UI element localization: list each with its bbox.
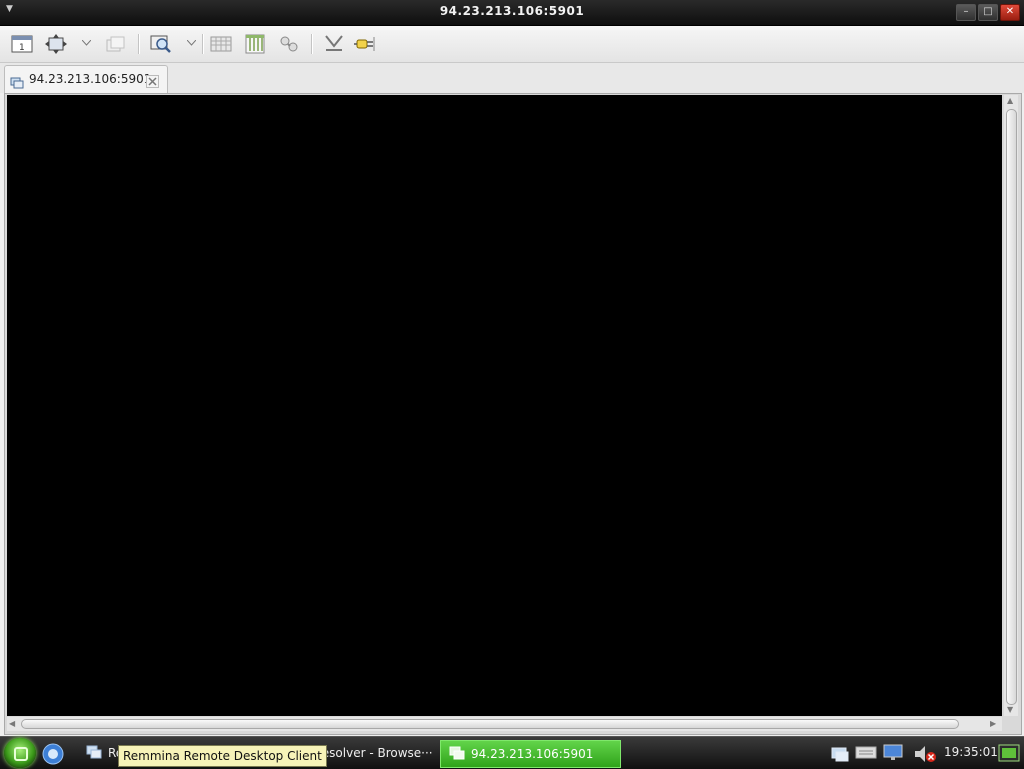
browser-launcher-icon[interactable] [42,743,64,769]
toggle-fullscreen-icon[interactable]: 1 [9,32,35,56]
grab-keyboard-icon[interactable] [208,32,234,56]
remote-desktop-icon [86,745,102,762]
scale-icon[interactable] [148,32,174,56]
task-connection[interactable]: 94.23.213.106:5901 [440,740,621,768]
minimize-window-button[interactable]: – [956,4,976,21]
scaled-mode-dropdown-icon[interactable] [81,38,91,48]
remote-view-frame: ▲ ▼ ◀ ▶ [4,93,1022,735]
horizontal-scroll-thumb[interactable] [21,719,959,729]
remote-desktop-icon [449,746,465,763]
clock[interactable]: 19:35:01 [944,745,998,759]
maximize-window-button[interactable]: □ [978,4,998,21]
horizontal-scrollbar[interactable]: ◀ ▶ [7,717,1002,731]
window-title: 94.23.213.106:5901 [439,4,585,18]
task-browser[interactable]: Resolver - Browse··· [314,740,436,766]
volume-muted-icon[interactable] [913,744,937,768]
tab-bar: 94.23.213.106:5901 [0,63,1024,94]
disconnect-icon[interactable] [353,32,379,56]
scroll-left-icon[interactable]: ◀ [9,719,15,729]
task-label: Re [108,746,118,760]
task-label: Resolver - Browse··· [314,746,433,760]
tools-icon[interactable] [276,32,302,56]
switch-tab-icon[interactable] [103,32,129,56]
scroll-up-icon[interactable]: ▲ [1007,96,1013,106]
svg-text:1: 1 [19,43,25,53]
vertical-scrollbar[interactable]: ▲ ▼ [1004,95,1018,716]
toolbar-separator [311,34,313,54]
scroll-right-icon[interactable]: ▶ [990,719,996,729]
show-desktop-icon[interactable] [998,744,1020,766]
remote-desktop-icon [10,74,24,93]
network-icon[interactable] [830,744,850,766]
start-menu-button[interactable] [4,738,36,768]
window-controls: – □ ✕ [956,4,1020,21]
remmina-window: ▼ 94.23.213.106:5901 – □ ✕ 1 94.23.213.1… [0,0,1024,736]
scroll-down-icon[interactable]: ▼ [1007,705,1013,715]
close-tab-icon[interactable] [146,73,159,92]
tab-connection[interactable]: 94.23.213.106:5901 [4,65,168,94]
toolbar-separator [138,34,140,54]
scale-dropdown-icon[interactable] [186,38,196,48]
task-remmina[interactable]: Re [78,740,118,766]
title-bar[interactable]: ▼ 94.23.213.106:5901 – □ ✕ [0,0,1024,26]
preferences-icon[interactable] [242,32,268,56]
keyboard-icon[interactable] [855,744,877,764]
vertical-scroll-thumb[interactable] [1006,109,1017,705]
toolbar-separator [202,34,204,54]
toolbar: 1 [0,26,1024,63]
scaled-mode-icon[interactable] [43,32,69,56]
tab-label: 94.23.213.106:5901 [29,72,152,86]
tooltip: Remmina Remote Desktop Client [118,745,327,767]
display-icon[interactable] [882,744,904,766]
remote-desktop-viewport[interactable] [7,95,1002,716]
close-window-button[interactable]: ✕ [1000,4,1020,21]
task-label: 94.23.213.106:5901 [471,747,594,761]
minimize-icon[interactable] [321,32,347,56]
